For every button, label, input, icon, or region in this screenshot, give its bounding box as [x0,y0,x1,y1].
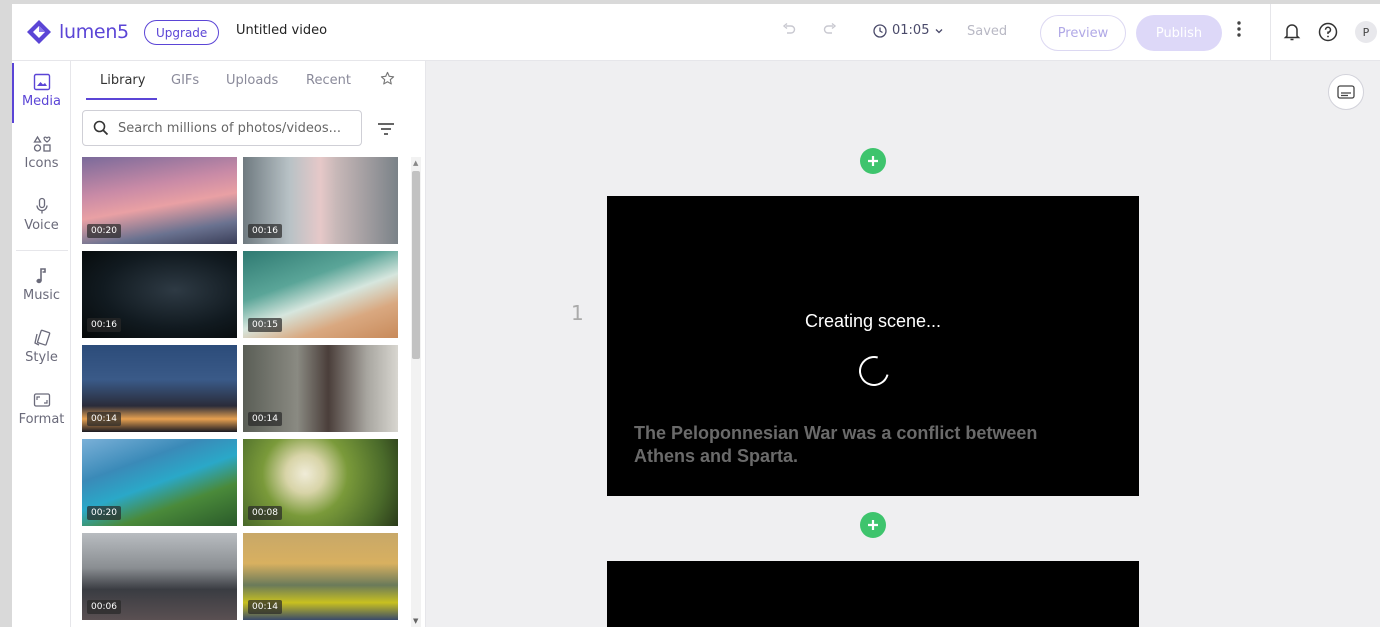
sidebar-item-label: Icons [24,156,59,171]
duration-badge: 00:08 [248,506,282,520]
sidebar-item-label: Music [23,288,60,303]
plus-icon [868,520,878,530]
duration-badge: 00:15 [248,318,282,332]
tab-uploads[interactable]: Uploads [226,73,278,88]
scene-status-text: Creating scene... [804,311,942,331]
top-bar: lumen5 Upgrade Untitled video 01:05 Save… [12,4,1380,61]
duration-value: 01:05 [892,23,930,38]
plus-icon [868,156,878,166]
tab-library[interactable]: Library [100,73,145,88]
add-scene-button[interactable] [860,148,886,174]
sidebar-item-voice[interactable]: Voice [12,197,71,233]
duration-badge: 00:20 [87,224,121,238]
media-thumbnail[interactable]: 00:14 [243,345,398,432]
sidebar-item-media[interactable]: Media [12,73,71,109]
search-icon [93,120,109,136]
logo-text: lumen5 [59,21,129,43]
lumen5-logo-icon [27,20,51,44]
scroll-up-arrow-icon[interactable]: ▲ [413,159,418,167]
app-window: lumen5 Upgrade Untitled video 01:05 Save… [12,4,1380,627]
filter-icon[interactable] [377,121,395,140]
loading-spinner-icon [853,350,895,392]
left-nav: Media Icons Voice Music Style Format [12,61,71,627]
media-thumbnail[interactable]: 00:20 [82,157,237,244]
redo-icon[interactable] [823,22,837,40]
clock-icon [873,23,887,38]
image-icon [33,73,50,91]
publish-button[interactable]: Publish [1136,15,1222,51]
duration-badge: 00:14 [248,600,282,614]
sidebar-item-label: Style [25,350,58,365]
media-thumbnail[interactable]: 00:06 [82,533,237,620]
sidebar-item-format[interactable]: Format [12,391,71,427]
duration-badge: 00:06 [87,600,121,614]
search-field[interactable] [82,110,362,146]
upgrade-button[interactable]: Upgrade [144,20,220,45]
sidebar-item-label: Format [18,412,65,427]
scroll-down-arrow-icon[interactable]: ▼ [413,617,418,625]
avatar[interactable]: P [1355,21,1377,43]
nav-divider [16,250,68,251]
bell-icon[interactable] [1283,22,1301,46]
microphone-icon [35,197,48,214]
media-thumbnail[interactable]: 00:16 [82,251,237,338]
video-title[interactable]: Untitled video [236,23,327,38]
duration-badge: 00:14 [248,412,282,426]
captions-button[interactable] [1328,74,1364,110]
tab-gifs[interactable]: GIFs [171,73,199,88]
tab-recent[interactable]: Recent [306,73,351,88]
divider [1270,4,1271,61]
duration-badge: 00:20 [87,506,121,520]
media-thumbnail[interactable]: 00:20 [82,439,237,526]
scroll-thumb[interactable] [412,171,420,359]
sidebar-item-icons[interactable]: Icons [12,135,71,171]
add-scene-button[interactable] [860,512,886,538]
sidebar-item-style[interactable]: Style [12,329,71,365]
search-input[interactable] [118,120,358,136]
scene-number: 1 [571,301,584,325]
library-scrollbar[interactable]: ▲ ▼ [411,157,421,627]
more-options-icon[interactable] [1236,20,1242,42]
media-library-panel: Library GIFs Uploads Recent 00:20 00:16 [71,61,426,627]
favorites-star-icon[interactable] [380,71,395,90]
preview-button[interactable]: Preview [1040,15,1126,51]
scene-canvas: 1 Creating scene... The Peloponnesian Wa… [426,61,1380,627]
media-thumbnail[interactable]: 00:08 [243,439,398,526]
library-tabs: Library GIFs Uploads Recent [71,61,425,101]
format-icon [33,393,50,407]
sidebar-item-label: Voice [24,218,59,233]
save-status: Saved [967,24,1008,39]
music-note-icon [35,268,46,284]
undo-icon[interactable] [782,22,796,40]
media-thumbnail[interactable]: 00:14 [82,345,237,432]
sidebar-item-label: Media [21,94,62,109]
media-thumbnail[interactable]: 00:14 [243,533,398,620]
duration-badge: 00:14 [87,412,121,426]
sidebar-item-music[interactable]: Music [12,267,71,303]
logo[interactable]: lumen5 [25,18,129,46]
help-icon[interactable] [1318,22,1338,46]
scene-caption[interactable]: The Peloponnesian War was a conflict bet… [634,422,1054,468]
media-thumbnail[interactable]: 00:16 [243,157,398,244]
tab-underline [86,98,157,100]
style-icon [33,329,50,346]
scene-preview[interactable]: Creating scene... The Peloponnesian War … [607,196,1139,496]
media-thumbnail[interactable]: 00:15 [243,251,398,338]
duration-dropdown[interactable]: 01:05 [873,23,944,38]
captions-icon [1337,85,1355,99]
duration-badge: 00:16 [248,224,282,238]
duration-badge: 00:16 [87,318,121,332]
scene-preview[interactable] [607,561,1139,627]
chevron-down-icon [936,28,943,33]
shapes-icon [32,135,51,152]
